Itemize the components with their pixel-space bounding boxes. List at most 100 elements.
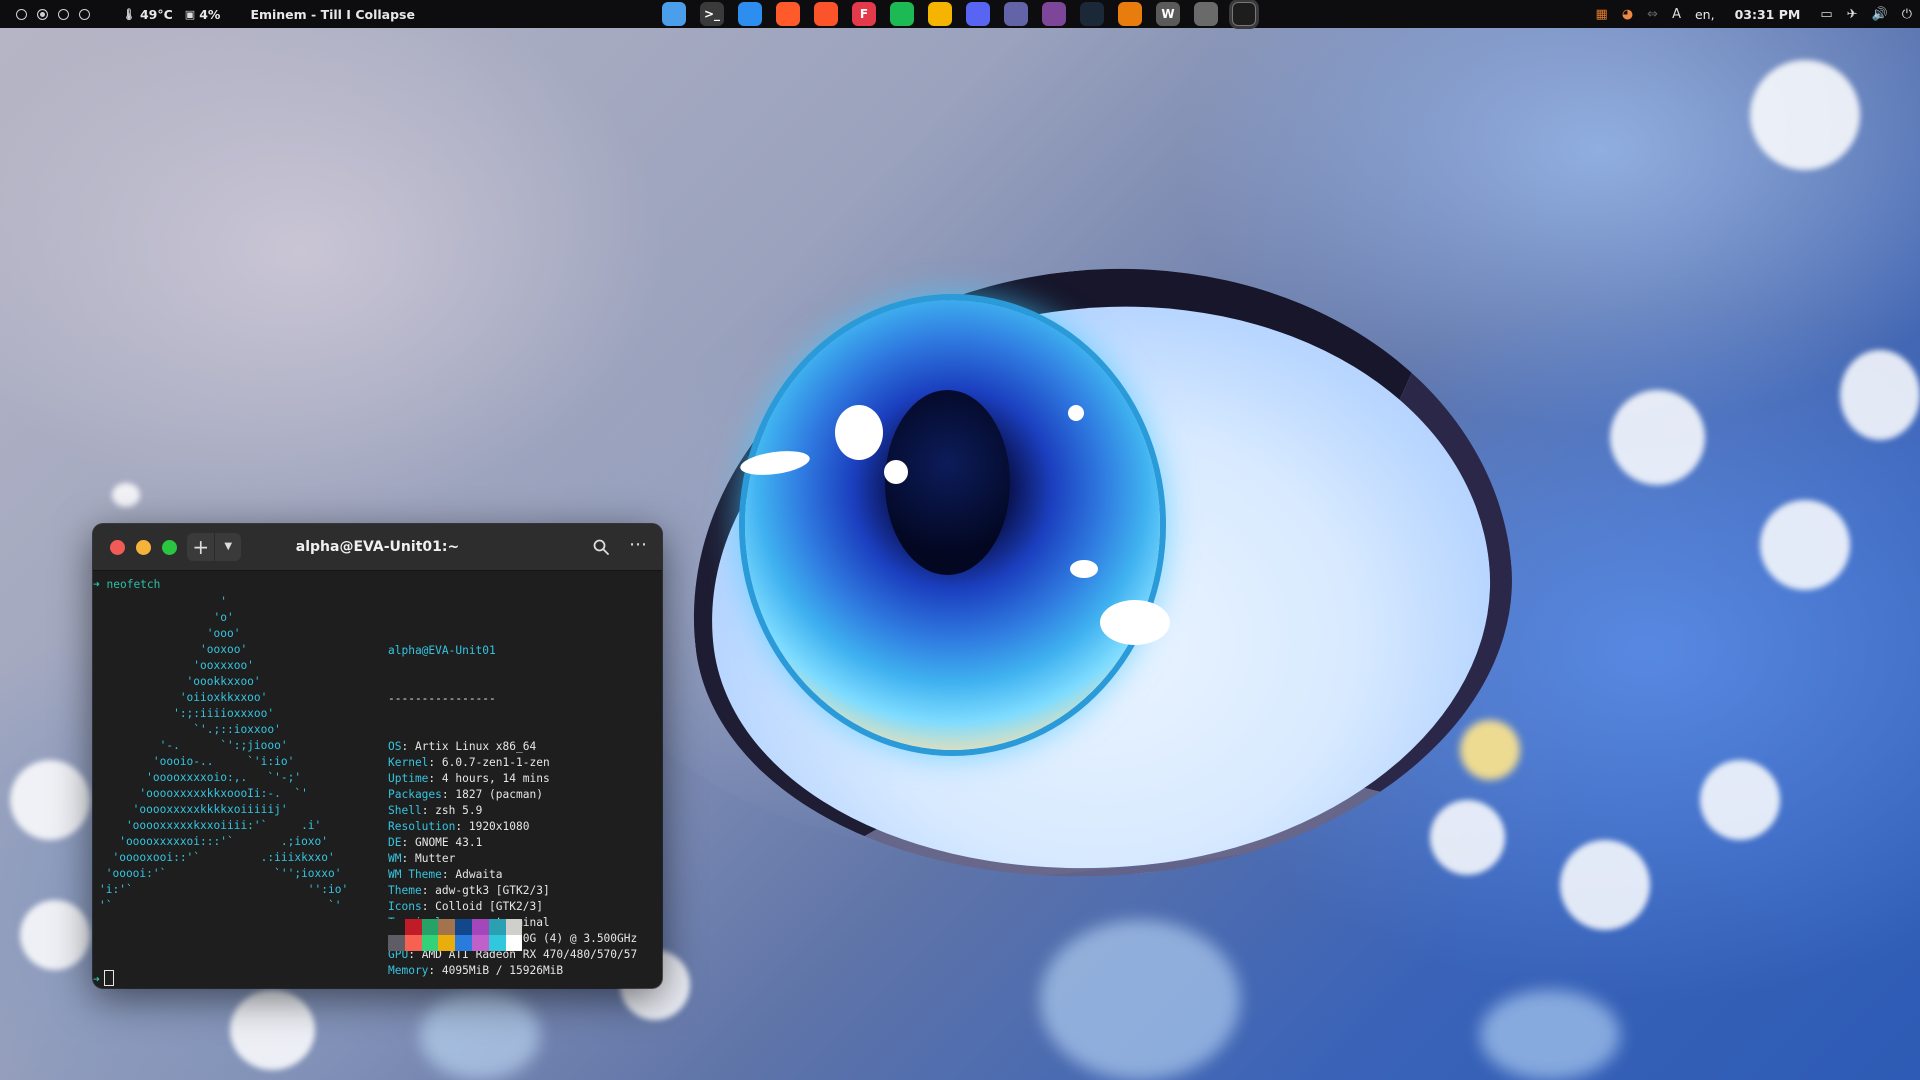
workspace-indicator-2[interactable] bbox=[37, 8, 48, 20]
info-colon: : bbox=[401, 836, 415, 849]
info-key: WM bbox=[388, 852, 402, 865]
color-swatch bbox=[488, 935, 506, 951]
indicator-icon[interactable]: ▦ bbox=[1596, 7, 1608, 22]
info-key: Theme bbox=[388, 884, 422, 897]
wallpaper-bokeh bbox=[1430, 800, 1505, 875]
command-line: ➜ neofetch bbox=[93, 577, 160, 593]
info-colon: : bbox=[421, 884, 436, 897]
separator: ---------------- bbox=[388, 692, 496, 705]
terminal-app-icon[interactable]: >_ bbox=[700, 2, 724, 26]
color-swatch bbox=[488, 919, 506, 935]
terminal-headerbar[interactable]: + ▼ alpha@EVA-Unit01:~ ⋯ bbox=[93, 524, 662, 571]
wallpaper-glint bbox=[884, 460, 908, 484]
info-colon: : bbox=[441, 788, 456, 801]
info-line: Icons: Colloid [GTK2/3] bbox=[388, 899, 637, 915]
color-swatch bbox=[404, 935, 422, 951]
wallpaper-bokeh bbox=[420, 990, 540, 1080]
wallpaper-glint bbox=[1068, 405, 1084, 421]
screen-cast-icon[interactable]: ▭ bbox=[1820, 7, 1832, 22]
clipboard-icon[interactable]: ⇔ bbox=[1647, 7, 1658, 22]
info-colon: : bbox=[428, 772, 442, 785]
tor-icon[interactable] bbox=[1042, 2, 1066, 26]
wallpaper-bokeh bbox=[20, 900, 90, 970]
battery-value: 4% bbox=[199, 6, 221, 22]
info-colon: : bbox=[455, 820, 469, 833]
color-swatch bbox=[388, 919, 405, 935]
firefox-icon[interactable] bbox=[776, 2, 800, 26]
volume-icon[interactable]: 🔊 bbox=[1872, 7, 1888, 22]
info-colon: : bbox=[428, 756, 442, 769]
info-value: adw-gtk3 [GTK2/3] bbox=[435, 884, 550, 897]
temperature-value: 49°C bbox=[139, 6, 173, 22]
terminal-output[interactable]: ➜ neofetch ' 'o' 'ooo' 'ooxoo' 'ooxxxoo'… bbox=[93, 571, 662, 988]
flathub-icon[interactable]: F bbox=[852, 2, 876, 26]
info-line: WM: Mutter bbox=[388, 851, 637, 867]
workspace-indicator-1[interactable] bbox=[16, 8, 27, 20]
active-prompt[interactable]: ➜ bbox=[93, 970, 114, 988]
info-key: DE bbox=[388, 836, 402, 849]
safari-icon[interactable] bbox=[738, 2, 762, 26]
battery-status[interactable]: ▣ 4% bbox=[185, 7, 221, 22]
info-key: Memory bbox=[388, 964, 429, 977]
teams-icon[interactable] bbox=[1004, 2, 1028, 26]
steam-icon[interactable] bbox=[1080, 2, 1104, 26]
palette-row-bright bbox=[388, 935, 523, 951]
info-colon: : bbox=[421, 900, 436, 913]
timeshift-icon[interactable] bbox=[1194, 2, 1218, 26]
search-icon[interactable] bbox=[592, 538, 610, 556]
terminal-title: alpha@EVA-Unit01:~ bbox=[295, 539, 460, 555]
info-value: Adwaita bbox=[455, 868, 503, 881]
terminal-window[interactable]: + ▼ alpha@EVA-Unit01:~ ⋯ ➜ neofetch ' 'o… bbox=[93, 524, 662, 988]
cpu-temperature[interactable]: 🌡 49°C bbox=[122, 7, 173, 22]
wallpaper-glint bbox=[1100, 600, 1170, 645]
wallpaper-pupil bbox=[885, 390, 1010, 575]
info-colon: : bbox=[401, 852, 415, 865]
files-icon[interactable] bbox=[662, 2, 686, 26]
info-line: Shell: zsh 5.9 bbox=[388, 803, 637, 819]
info-key: Icons bbox=[388, 900, 422, 913]
blender-icon[interactable] bbox=[1118, 2, 1142, 26]
color-swatch bbox=[455, 919, 472, 935]
keyboard-language[interactable]: en, bbox=[1695, 7, 1715, 22]
workspace-indicator-4[interactable] bbox=[79, 8, 90, 20]
wallpaper-glint bbox=[835, 405, 883, 460]
brave-icon[interactable] bbox=[814, 2, 838, 26]
wallpaper-bokeh bbox=[112, 483, 140, 507]
airplane-mode-icon[interactable]: ✈ bbox=[1847, 7, 1858, 22]
color-swatch bbox=[471, 919, 489, 935]
color-swatch bbox=[421, 919, 439, 935]
wallpaper-bokeh bbox=[1460, 720, 1520, 780]
wallpaper-bokeh bbox=[1480, 990, 1620, 1080]
user-host: alpha@EVA-Unit01 bbox=[388, 644, 496, 657]
command-text: neofetch bbox=[106, 578, 161, 591]
wallpaper-bokeh bbox=[1610, 390, 1705, 485]
discord-icon[interactable] bbox=[966, 2, 990, 26]
top-panel: 🌡 49°C ▣ 4% Eminem - Till I Collapse >_ F… bbox=[0, 0, 1920, 28]
menu-icon[interactable]: ⋯ bbox=[629, 534, 648, 555]
battery-icon: ▣ bbox=[184, 7, 196, 21]
vmware-icon[interactable]: W bbox=[1156, 2, 1180, 26]
clock[interactable]: 03:31 PM bbox=[1735, 7, 1801, 22]
info-value: Mutter bbox=[414, 852, 456, 865]
info-key: Uptime bbox=[388, 772, 429, 785]
info-line: Memory: 4095MiB / 15926MiB bbox=[388, 963, 637, 979]
color-swatch bbox=[404, 919, 422, 935]
color-picker-icon[interactable]: ◕ bbox=[1622, 7, 1633, 22]
info-line: Resolution: 1920x1080 bbox=[388, 819, 637, 835]
lollypop-icon[interactable] bbox=[928, 2, 952, 26]
workspace-indicator-3[interactable] bbox=[58, 8, 69, 20]
power-icon[interactable]: ⏻ bbox=[1902, 7, 1912, 22]
info-colon: : bbox=[421, 804, 436, 817]
spotify-icon[interactable] bbox=[890, 2, 914, 26]
gnome-terminal-icon[interactable] bbox=[1232, 2, 1256, 26]
input-method-icon[interactable]: A bbox=[1672, 7, 1681, 22]
now-playing[interactable]: Eminem - Till I Collapse bbox=[250, 7, 415, 22]
thermometer-icon: 🌡 bbox=[122, 7, 136, 21]
info-value: zsh 5.9 bbox=[435, 804, 483, 817]
app-dock: >_ F W bbox=[662, 2, 1256, 26]
info-value: Artix Linux x86_64 bbox=[414, 740, 537, 753]
color-swatch bbox=[505, 935, 523, 951]
info-key: Shell bbox=[388, 804, 422, 817]
info-value: 6.0.7-zen1-1-zen bbox=[441, 756, 550, 769]
color-swatch bbox=[438, 935, 456, 951]
